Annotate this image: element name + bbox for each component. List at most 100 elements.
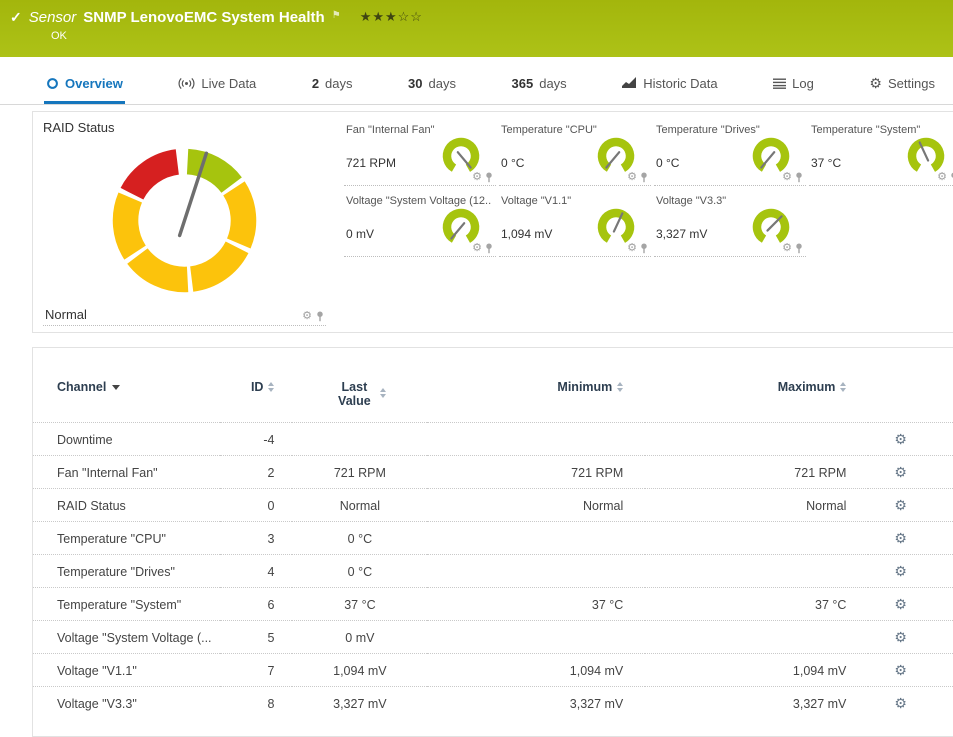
minimum-value	[427, 423, 645, 456]
channel-id: 2	[220, 456, 293, 489]
gauge-value: 1,094 mV	[501, 227, 552, 241]
maximum-value: Normal	[645, 489, 868, 522]
channels-table-card: Channel ID Last Value Minimum Maximum	[32, 347, 953, 737]
channel-name: Temperature "Drives"	[33, 555, 220, 588]
minimum-value	[427, 522, 645, 555]
channel-name: RAID Status	[33, 489, 220, 522]
pin-icon[interactable]	[640, 243, 648, 254]
gauge-label: Temperature "System"	[811, 124, 953, 136]
minimum-value: 3,327 mV	[427, 687, 645, 720]
gauge-cell: Voltage "V3.3" 3,327 mV ⚙	[654, 195, 806, 257]
channel-settings-icon[interactable]: ⚙	[894, 464, 907, 480]
tab-historic-data[interactable]: Historic Data	[620, 59, 719, 104]
channel-name: Voltage "System Voltage (...	[33, 621, 220, 654]
sensor-header: ✓ Sensor SNMP LenovoEMC System Health ⚑ …	[0, 0, 953, 57]
tab-bar: Overview Live Data 2 days 30 days 365 da…	[0, 59, 953, 105]
gear-icon[interactable]: ⚙	[472, 243, 482, 254]
priority-stars[interactable]: ★★★☆☆	[360, 9, 423, 25]
gauge-grid: Fan "Internal Fan" 721 RPM ⚙ Temperature…	[336, 112, 953, 332]
gear-icon[interactable]: ⚙	[782, 243, 792, 254]
gear-icon[interactable]: ⚙	[937, 172, 947, 183]
channel-id: 7	[220, 654, 293, 687]
channel-settings-icon[interactable]: ⚙	[894, 662, 907, 678]
tab-label-number: 30	[408, 76, 422, 91]
pin-icon[interactable]	[316, 311, 324, 322]
column-header-maximum[interactable]: Maximum	[645, 378, 868, 423]
gauge-label: Voltage "System Voltage (12...	[346, 195, 492, 207]
gauge-value: 721 RPM	[346, 156, 396, 170]
raid-status-panel: RAID Status Normal ⚙	[33, 112, 336, 332]
minimum-value	[427, 621, 645, 654]
sort-icon	[268, 382, 274, 392]
channel-settings-icon[interactable]: ⚙	[894, 695, 907, 711]
tab-label: Overview	[65, 76, 123, 91]
tab-label: Live Data	[201, 76, 256, 91]
raid-panel-title: RAID Status	[43, 120, 326, 135]
pin-icon[interactable]	[485, 172, 493, 183]
channel-settings-icon[interactable]: ⚙	[894, 596, 907, 612]
last-value: 3,327 mV	[292, 687, 427, 720]
channel-name: Temperature "CPU"	[33, 522, 220, 555]
channel-id: 0	[220, 489, 293, 522]
gear-icon[interactable]: ⚙	[627, 172, 637, 183]
gauge-value: 0 °C	[501, 156, 524, 170]
gauge-label: Voltage "V1.1"	[501, 195, 647, 207]
sort-icon	[617, 382, 623, 392]
tab-settings[interactable]: ⚙ Settings	[867, 59, 937, 104]
column-header-last-value[interactable]: Last Value	[292, 378, 427, 423]
gear-icon[interactable]: ⚙	[782, 172, 792, 183]
table-row: Downtime -4 ⚙	[33, 423, 953, 456]
gauge-label: Voltage "V3.3"	[656, 195, 802, 207]
column-header-id[interactable]: ID	[220, 378, 293, 423]
gauge-label: Temperature "CPU"	[501, 124, 647, 136]
channel-settings-icon[interactable]: ⚙	[894, 563, 907, 579]
tab-365-days[interactable]: 365 days	[510, 59, 569, 104]
page-title: SNMP LenovoEMC System Health	[83, 9, 324, 26]
gauge-cell: Temperature "CPU" 0 °C ⚙	[499, 124, 651, 186]
tab-30-days[interactable]: 30 days	[406, 59, 458, 104]
tab-overview[interactable]: Overview	[44, 59, 125, 104]
tab-label: Settings	[888, 76, 935, 91]
channel-settings-icon[interactable]: ⚙	[894, 629, 907, 645]
tab-label-number: 2	[312, 76, 319, 91]
channel-settings-icon[interactable]: ⚙	[894, 431, 907, 447]
channel-settings-icon[interactable]: ⚙	[894, 530, 907, 546]
gauge-value: 0 °C	[656, 156, 679, 170]
gauges-card: RAID Status Normal ⚙	[32, 111, 953, 333]
gear-icon[interactable]: ⚙	[472, 172, 482, 183]
minimum-value	[427, 555, 645, 588]
priority-flag-icon[interactable]: ⚑	[332, 10, 341, 21]
table-row: Temperature "CPU" 3 0 °C ⚙	[33, 522, 953, 555]
table-row: Voltage "V3.3" 8 3,327 mV 3,327 mV 3,327…	[33, 687, 953, 720]
pin-icon[interactable]	[485, 243, 493, 254]
tab-label: Log	[792, 76, 814, 91]
historic-data-icon	[622, 77, 637, 89]
gauge-cell: Temperature "Drives" 0 °C ⚙	[654, 124, 806, 186]
column-header-minimum[interactable]: Minimum	[427, 378, 645, 423]
gear-icon[interactable]: ⚙	[302, 311, 312, 322]
object-kind-label: Sensor	[29, 9, 77, 26]
tab-label: Historic Data	[643, 76, 717, 91]
pin-icon[interactable]	[795, 243, 803, 254]
status-check-icon: ✓	[10, 9, 22, 26]
channel-settings-icon[interactable]: ⚙	[894, 497, 907, 513]
table-row: Voltage "System Voltage (... 5 0 mV ⚙	[33, 621, 953, 654]
table-row: Temperature "System" 6 37 °C 37 °C 37 °C…	[33, 588, 953, 621]
raid-status-gauge	[99, 135, 271, 307]
tab-2-days[interactable]: 2 days	[310, 59, 355, 104]
pin-icon[interactable]	[795, 172, 803, 183]
tab-live-data[interactable]: Live Data	[176, 59, 258, 104]
channel-name: Fan "Internal Fan"	[33, 456, 220, 489]
column-header-channel[interactable]: Channel	[33, 378, 220, 423]
gear-icon[interactable]: ⚙	[627, 243, 637, 254]
tab-log[interactable]: Log	[771, 59, 816, 104]
pin-icon[interactable]	[640, 172, 648, 183]
table-row: RAID Status 0 Normal Normal Normal ⚙	[33, 489, 953, 522]
overview-icon	[46, 77, 59, 90]
maximum-value	[645, 522, 868, 555]
tab-label-number: 365	[512, 76, 534, 91]
maximum-value	[645, 423, 868, 456]
sort-icon	[380, 388, 386, 398]
gauge-value: 3,327 mV	[656, 227, 707, 241]
log-icon	[773, 78, 786, 89]
